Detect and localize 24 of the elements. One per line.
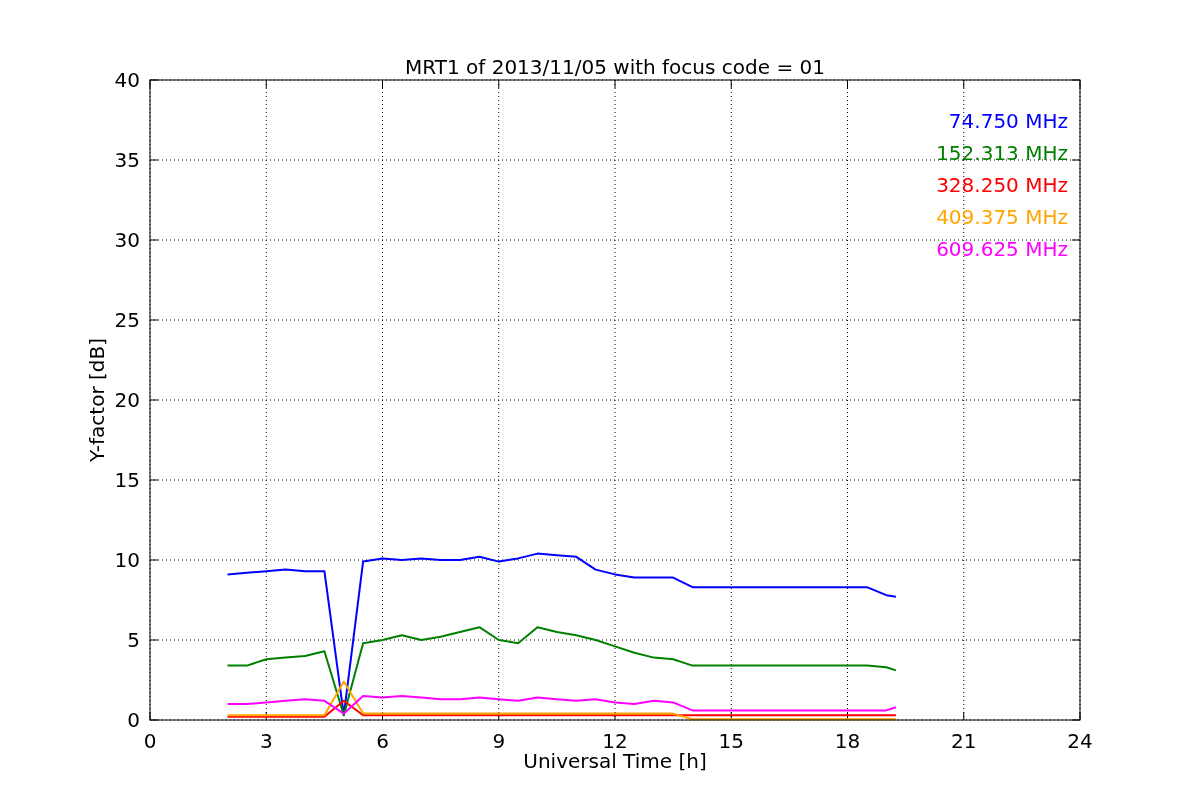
y-tick-label: 40 bbox=[114, 68, 140, 92]
y-tick-label: 10 bbox=[114, 548, 140, 572]
y-tick-label: 5 bbox=[127, 628, 140, 652]
x-tick-label: 6 bbox=[376, 729, 389, 753]
legend-label: 328.250 MHz bbox=[936, 173, 1068, 197]
y-tick-label: 30 bbox=[114, 228, 140, 252]
x-tick-label: 9 bbox=[492, 729, 506, 753]
y-tick-label: 0 bbox=[127, 708, 140, 732]
y-axis-label: Y-factor [dB] bbox=[85, 338, 109, 462]
x-tick-label: 15 bbox=[718, 729, 744, 753]
chart-title: MRT1 of 2013/11/05 with focus code = 01 bbox=[405, 55, 825, 79]
y-tick-label: 25 bbox=[114, 308, 140, 332]
x-tick-label: 21 bbox=[951, 729, 977, 753]
x-tick-label: 0 bbox=[143, 729, 157, 753]
legend-label: 609.625 MHz bbox=[936, 237, 1068, 261]
x-tick-label: 18 bbox=[834, 729, 861, 753]
x-tick-label: 3 bbox=[259, 729, 273, 753]
legend-label: 152.313 MHz bbox=[936, 141, 1068, 165]
legend-label: 74.750 MHz bbox=[948, 109, 1068, 133]
y-tick-label: 20 bbox=[114, 388, 140, 412]
x-tick-label: 24 bbox=[1067, 729, 1093, 753]
y-tick-label: 15 bbox=[114, 468, 140, 492]
legend-label: 409.375 MHz bbox=[936, 205, 1068, 229]
y-tick-label: 35 bbox=[114, 148, 140, 172]
